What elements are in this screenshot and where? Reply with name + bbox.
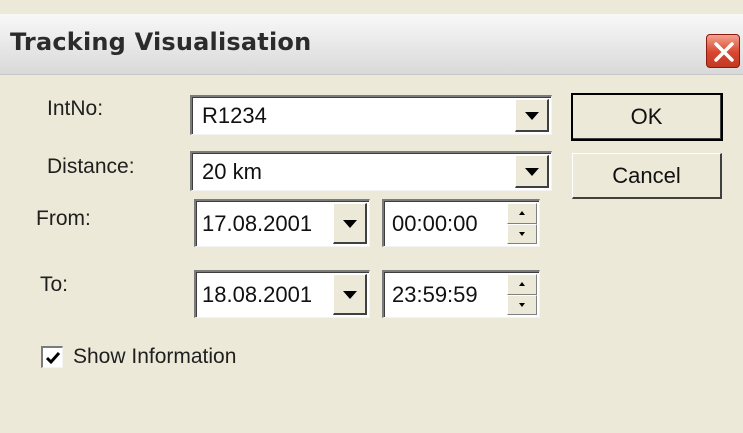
from-time-spinner[interactable] bbox=[507, 203, 537, 244]
distance-combobox[interactable]: 20 km bbox=[190, 151, 552, 191]
from-time-spin-down-button[interactable] bbox=[507, 223, 537, 244]
intno-combobox[interactable]: R1234 bbox=[190, 95, 552, 135]
to-label: To: bbox=[40, 273, 69, 296]
show-information-checkbox[interactable] bbox=[41, 346, 63, 368]
to-time-spinner[interactable] bbox=[507, 274, 537, 315]
from-label: From: bbox=[36, 207, 91, 230]
from-date-picker[interactable]: 17.08.2001 bbox=[194, 199, 370, 247]
from-time-spin-up-button[interactable] bbox=[507, 203, 537, 224]
intno-value: R1234 bbox=[202, 102, 267, 128]
window-title: Tracking Visualisation bbox=[10, 28, 312, 56]
to-time-value: 23:59:59 bbox=[392, 281, 478, 307]
title-bar[interactable]: Tracking Visualisation bbox=[0, 14, 743, 75]
to-date-picker[interactable]: 18.08.2001 bbox=[194, 270, 370, 318]
distance-label: Distance: bbox=[47, 155, 135, 178]
from-time-value: 00:00:00 bbox=[392, 210, 478, 236]
show-information-label[interactable]: Show Information bbox=[73, 345, 236, 369]
cancel-button[interactable]: Cancel bbox=[572, 153, 722, 199]
close-button[interactable] bbox=[706, 34, 740, 68]
to-date-value: 18.08.2001 bbox=[202, 281, 313, 307]
from-date-value: 17.08.2001 bbox=[202, 210, 313, 236]
intno-label: IntNo: bbox=[47, 97, 104, 120]
to-time-spin-down-button[interactable] bbox=[507, 294, 537, 315]
intno-dropdown-button[interactable] bbox=[515, 99, 549, 132]
to-time-spin-up-button[interactable] bbox=[507, 274, 537, 295]
close-icon bbox=[714, 42, 734, 62]
from-time-field[interactable]: 00:00:00 bbox=[382, 199, 540, 247]
dialog-body: IntNo: R1234 Distance: 20 km From: 17.08… bbox=[0, 75, 743, 433]
to-time-field[interactable]: 23:59:59 bbox=[382, 270, 540, 318]
ok-button[interactable]: OK bbox=[571, 93, 723, 141]
to-date-dropdown-button[interactable] bbox=[333, 274, 367, 315]
checkmark-icon bbox=[45, 352, 61, 365]
from-date-dropdown-button[interactable] bbox=[333, 203, 367, 244]
tracking-visualisation-dialog: Tracking Visualisation IntNo: R1234 Dist… bbox=[0, 0, 743, 433]
distance-dropdown-button[interactable] bbox=[515, 155, 549, 188]
distance-value: 20 km bbox=[202, 158, 262, 184]
